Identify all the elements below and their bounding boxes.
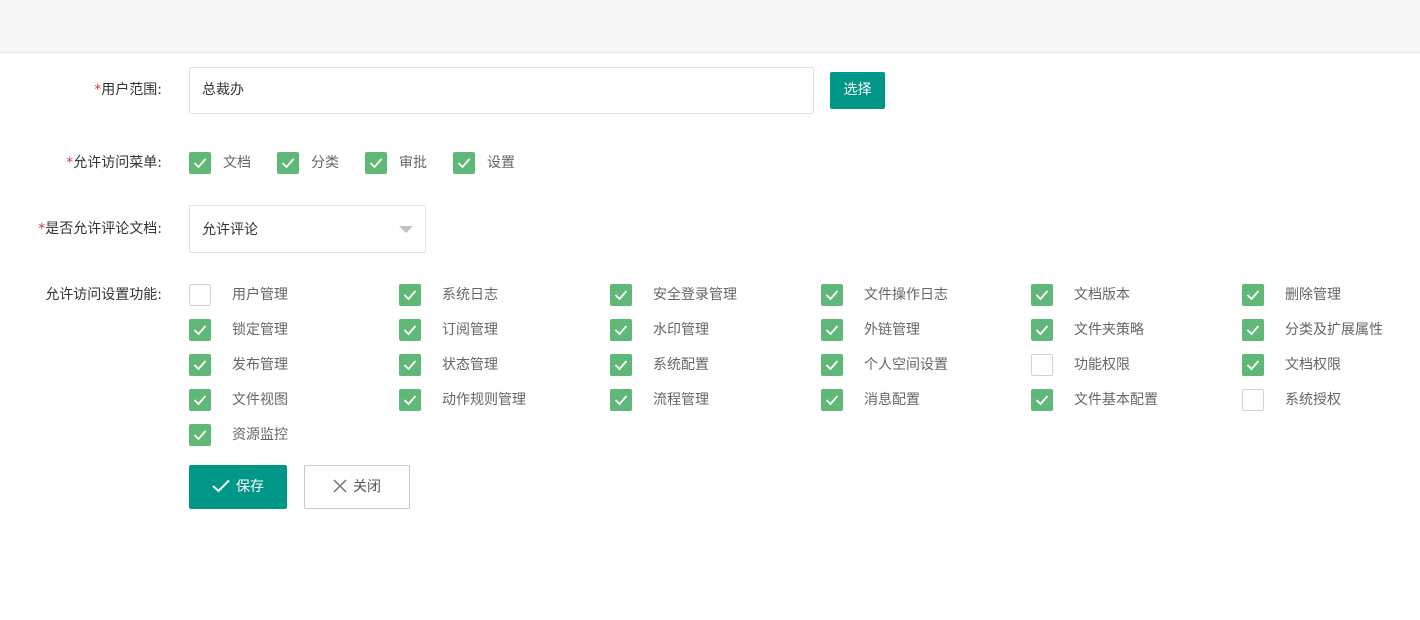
checkbox-label: 消息配置 xyxy=(864,392,920,408)
checkbox-label: 安全登录管理 xyxy=(653,287,737,303)
comment-label: *是否允许评论文档: xyxy=(38,221,162,237)
checkbox[interactable] xyxy=(1242,389,1264,411)
checkbox-label: 删除管理 xyxy=(1285,287,1341,303)
checkbox-label: 设置 xyxy=(487,155,515,171)
check-icon xyxy=(212,479,230,492)
checkbox-label: 订阅管理 xyxy=(442,322,498,338)
checkbox-label: 审批 xyxy=(399,155,427,171)
checkbox[interactable] xyxy=(189,354,211,376)
checkbox[interactable] xyxy=(399,284,421,306)
checkbox[interactable] xyxy=(189,152,211,174)
checkbox-label: 锁定管理 xyxy=(232,322,288,338)
checkbox[interactable] xyxy=(610,319,632,341)
checkbox[interactable] xyxy=(399,389,421,411)
checkbox[interactable] xyxy=(1031,284,1053,306)
checkbox[interactable] xyxy=(1242,284,1264,306)
checkbox-label: 文件视图 xyxy=(232,392,288,408)
checkbox-label: 动作规则管理 xyxy=(442,392,526,408)
checkbox-label: 文档 xyxy=(223,155,251,171)
checkbox-label: 功能权限 xyxy=(1074,357,1130,373)
checkbox[interactable] xyxy=(399,319,421,341)
chevron-down-icon xyxy=(399,226,413,233)
close-button[interactable]: 关闭 xyxy=(304,465,410,509)
checkbox[interactable] xyxy=(821,354,843,376)
checkbox[interactable] xyxy=(277,152,299,174)
checkbox-label: 个人空间设置 xyxy=(864,357,948,373)
checkbox[interactable] xyxy=(821,389,843,411)
checkbox-label: 文件操作日志 xyxy=(864,287,948,303)
save-button[interactable]: 保存 xyxy=(189,465,287,509)
checkbox[interactable] xyxy=(1031,319,1053,341)
top-bar xyxy=(0,0,1420,53)
checkbox-label: 用户管理 xyxy=(232,287,288,303)
user-scope-input[interactable]: 总裁办 xyxy=(189,67,814,114)
checkbox[interactable] xyxy=(821,284,843,306)
comment-select-value: 允许评论 xyxy=(202,222,258,238)
checkbox[interactable] xyxy=(610,354,632,376)
checkbox[interactable] xyxy=(1031,389,1053,411)
select-button[interactable]: 选择 xyxy=(830,72,885,109)
checkbox-label: 系统授权 xyxy=(1285,392,1341,408)
checkbox-label: 状态管理 xyxy=(442,357,498,373)
menus-label: *允许访问菜单: xyxy=(66,155,162,171)
checkbox-label: 分类 xyxy=(311,155,339,171)
checkbox[interactable] xyxy=(189,319,211,341)
checkbox-label: 流程管理 xyxy=(653,392,709,408)
checkbox-label: 资源监控 xyxy=(232,427,288,443)
checkbox[interactable] xyxy=(1031,354,1053,376)
checkbox-label: 系统日志 xyxy=(442,287,498,303)
checkbox[interactable] xyxy=(1242,319,1264,341)
checkbox[interactable] xyxy=(453,152,475,174)
checkbox-label: 文件夹策略 xyxy=(1074,322,1144,338)
checkbox[interactable] xyxy=(365,152,387,174)
checkbox[interactable] xyxy=(610,284,632,306)
save-button-label: 保存 xyxy=(236,479,264,495)
checkbox[interactable] xyxy=(610,389,632,411)
checkbox[interactable] xyxy=(189,424,211,446)
checkbox[interactable] xyxy=(189,389,211,411)
checkbox[interactable] xyxy=(399,354,421,376)
checkbox-label: 文档版本 xyxy=(1074,287,1130,303)
close-icon xyxy=(333,478,347,493)
checkbox[interactable] xyxy=(1242,354,1264,376)
checkbox-label: 发布管理 xyxy=(232,357,288,373)
settings-label: 允许访问设置功能: xyxy=(45,287,162,303)
close-button-label: 关闭 xyxy=(353,479,381,495)
checkbox[interactable] xyxy=(189,284,211,306)
checkbox[interactable] xyxy=(821,319,843,341)
checkbox-label: 文件基本配置 xyxy=(1074,392,1158,408)
checkbox-label: 系统配置 xyxy=(653,357,709,373)
checkbox-label: 分类及扩展属性 xyxy=(1285,322,1383,338)
user-scope-label: *用户范围: xyxy=(94,82,162,98)
checkbox-label: 文档权限 xyxy=(1285,357,1341,373)
comment-select[interactable]: 允许评论 xyxy=(189,205,426,253)
checkbox-label: 水印管理 xyxy=(653,322,709,338)
checkbox-label: 外链管理 xyxy=(864,322,920,338)
